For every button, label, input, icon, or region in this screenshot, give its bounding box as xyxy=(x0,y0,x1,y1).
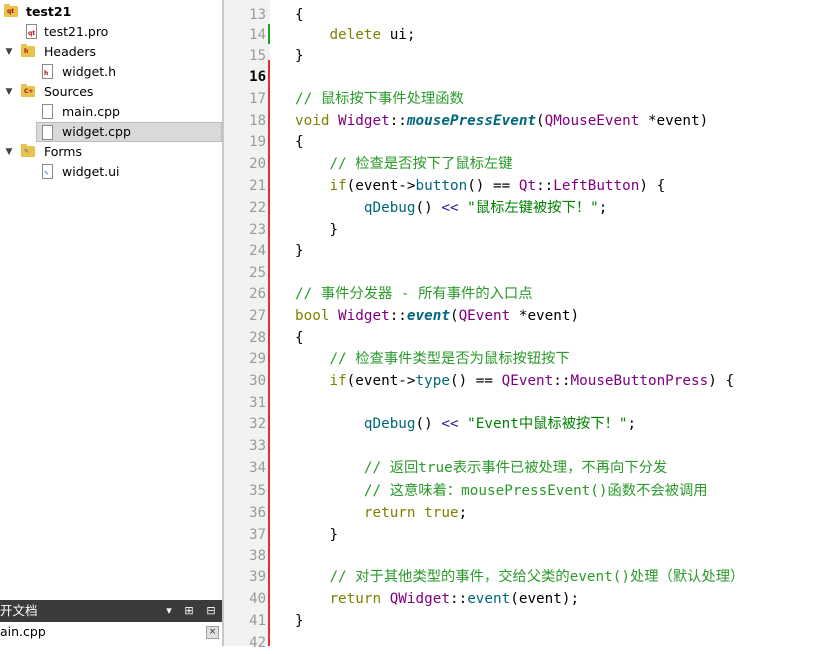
line-number-19: 19 xyxy=(249,134,266,150)
close-icon[interactable]: × xyxy=(206,626,219,639)
code-line-17: // 鼠标按下事件处理函数 xyxy=(295,91,464,107)
tree-item-label: main.cpp xyxy=(62,104,120,119)
cpp-file-icon xyxy=(42,125,53,140)
line-number-22: 22 xyxy=(249,200,266,216)
line-number-39: 39 xyxy=(249,569,266,585)
chevron-down-icon[interactable]: ▼ xyxy=(3,142,15,162)
line-number-16: 16 xyxy=(249,69,266,85)
code-line-41: } xyxy=(295,613,304,629)
tree-item-test21-pro[interactable]: qt test21.pro xyxy=(0,22,222,42)
tree-item-label: Forms xyxy=(44,144,83,159)
tree-item-label: Headers xyxy=(44,44,97,59)
project-tree[interactable]: qt test21 qt test21.pro ▼ h Headers h wi… xyxy=(0,0,222,600)
open-documents-header: 开文档 ▾ ⊞ ⊟ xyxy=(0,600,222,622)
tree-item-label: widget.cpp xyxy=(62,124,131,139)
code-line-26: // 事件分发器 - 所有事件的入口点 xyxy=(295,286,533,302)
tree-item-headers[interactable]: ▼ h Headers xyxy=(0,42,222,62)
line-number-25: 25 xyxy=(249,265,266,281)
tree-item-label: widget.h xyxy=(62,64,117,79)
line-number-33: 33 xyxy=(249,438,266,454)
headers-folder-icon: h xyxy=(21,44,35,57)
line-number-32: 32 xyxy=(249,416,266,432)
header-file-icon: h xyxy=(42,64,53,79)
qt-project-icon: qt xyxy=(4,4,18,17)
code-line-34: // 返回true表示事件已被处理，不再向下分发 xyxy=(363,460,668,476)
code-line-27: bool Widget::event(QEvent *event) xyxy=(295,308,580,324)
code-line-36: return true; xyxy=(363,505,468,521)
line-number-27: 27 xyxy=(249,308,266,324)
line-number-29: 29 xyxy=(249,351,266,367)
code-line-28: { xyxy=(295,330,304,346)
line-number-20: 20 xyxy=(249,156,266,172)
sources-folder-icon: C+ xyxy=(21,84,35,97)
open-documents-panel: 开文档 ▾ ⊞ ⊟ ain.cpp × xyxy=(0,600,222,646)
line-number-36: 36 xyxy=(249,505,266,521)
code-line-30: if(event->type() == QEvent::MouseButtonP… xyxy=(329,373,735,389)
code-line-32: qDebug() << "Event中鼠标被按下！"; xyxy=(363,416,637,432)
line-number-30: 30 xyxy=(249,373,266,389)
tree-item-project-test21[interactable]: qt test21 xyxy=(0,2,222,22)
code-line-39: // 对于其他类型的事件，交给父类的event()处理（默认处理） xyxy=(329,569,745,585)
tree-item-label: test21.pro xyxy=(44,24,109,39)
line-number-26: 26 xyxy=(249,286,266,302)
code-line-14: delete ui; xyxy=(329,27,416,43)
line-number-14: 14 xyxy=(249,27,266,43)
line-number-28: 28 xyxy=(249,330,266,346)
line-number-34: 34 xyxy=(249,460,266,476)
pro-file-icon: qt xyxy=(26,24,37,39)
line-number-31: 31 xyxy=(249,395,266,411)
chevron-down-icon[interactable]: ▼ xyxy=(3,42,15,62)
tree-item-label: widget.ui xyxy=(62,164,120,179)
forms-folder-icon: ✎ xyxy=(21,144,35,157)
line-number-gutter: 131415161718▾192021▾222324252627▾282930▾… xyxy=(224,0,279,651)
line-number-38: 38 xyxy=(249,548,266,564)
line-number-18: 18 xyxy=(249,113,266,129)
code-line-40: return QWidget::event(event); xyxy=(329,591,580,607)
tree-item-forms[interactable]: ▼ ✎ Forms xyxy=(0,142,222,162)
tree-item-label: Sources xyxy=(44,84,94,99)
tree-item-label: test21 xyxy=(26,4,72,19)
line-number-15: 15 xyxy=(249,48,266,64)
tree-item-main-cpp[interactable]: main.cpp xyxy=(0,102,222,122)
code-line-37: } xyxy=(329,527,339,543)
tree-item-widget-cpp[interactable]: widget.cpp xyxy=(36,122,222,142)
code-line-35: // 这意味着：mousePressEvent()函数不会被调用 xyxy=(363,483,708,499)
code-line-19: { xyxy=(295,134,304,150)
chevron-down-icon[interactable]: ▼ xyxy=(3,82,15,102)
code-line-22: qDebug() << "鼠标左键被按下！"; xyxy=(363,200,608,216)
ui-file-icon: ✎ xyxy=(42,164,53,179)
line-number-42: 42 xyxy=(249,635,266,651)
code-line-24: } xyxy=(295,243,304,259)
line-number-21: 21 xyxy=(249,178,266,194)
line-number-23: 23 xyxy=(249,222,266,238)
line-number-35: 35 xyxy=(249,483,266,499)
tree-item-sources[interactable]: ▼ C+ Sources xyxy=(0,82,222,102)
open-documents-title: 开文档 xyxy=(0,603,38,618)
line-number-17: 17 xyxy=(249,91,266,107)
code-line-15: } xyxy=(295,48,304,64)
line-number-41: 41 xyxy=(249,613,266,629)
code-line-21: if(event->button() == Qt::LeftButton) { xyxy=(329,178,666,194)
line-number-24: 24 xyxy=(249,243,266,259)
code-line-23: } xyxy=(329,222,339,238)
line-number-40: 40 xyxy=(249,591,266,607)
open-document-item[interactable]: ain.cpp xyxy=(0,622,46,642)
dropdown-icon[interactable]: ▾ xyxy=(160,600,178,622)
tree-item-widget-ui[interactable]: ✎ widget.ui xyxy=(0,162,222,182)
code-line-18: void Widget::mousePressEvent(QMouseEvent… xyxy=(295,113,709,129)
code-line-20: // 检查是否按下了鼠标左键 xyxy=(329,156,513,172)
cpp-file-icon xyxy=(42,104,53,119)
line-number-13: 13 xyxy=(249,7,266,23)
code-editor[interactable]: { delete ui; } // 鼠标按下事件处理函数 void Widget… xyxy=(270,0,818,646)
code-line-29: // 检查事件类型是否为鼠标按钮按下 xyxy=(329,351,570,367)
line-number-37: 37 xyxy=(249,527,266,543)
code-line-13: { xyxy=(295,7,304,23)
tree-item-widget-h[interactable]: h widget.h xyxy=(0,62,222,82)
split-icon[interactable]: ⊞ xyxy=(180,600,198,622)
close-panel-icon[interactable]: ⊟ xyxy=(202,600,220,622)
